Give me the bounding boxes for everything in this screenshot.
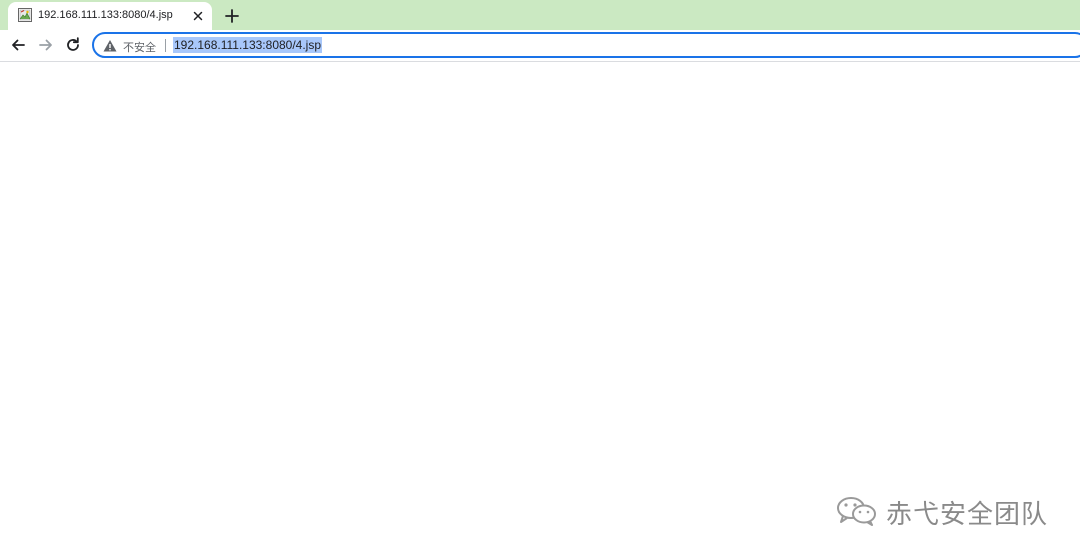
back-arrow-icon[interactable] bbox=[8, 35, 28, 55]
warning-icon[interactable] bbox=[103, 39, 117, 53]
watermark-text: 赤弋安全团队 bbox=[886, 500, 1049, 530]
wechat-icon bbox=[836, 496, 878, 526]
broken-image-icon bbox=[18, 8, 32, 22]
tab-title: 192.168.111.133:8080/4.jsp bbox=[38, 9, 173, 21]
close-icon[interactable] bbox=[190, 8, 206, 24]
reload-icon[interactable] bbox=[63, 35, 83, 55]
address-bar[interactable]: 不安全 192.168.111.133:8080/4.jsp bbox=[92, 32, 1080, 58]
plus-icon[interactable] bbox=[222, 6, 242, 26]
browser-tab[interactable]: 192.168.111.133:8080/4.jsp bbox=[8, 2, 212, 30]
browser-toolbar: 不安全 192.168.111.133:8080/4.jsp bbox=[0, 30, 1080, 62]
tab-strip: 192.168.111.133:8080/4.jsp bbox=[0, 0, 1080, 30]
forward-arrow-icon[interactable] bbox=[36, 35, 56, 55]
url-text[interactable]: 192.168.111.133:8080/4.jsp bbox=[173, 37, 323, 53]
security-label[interactable]: 不安全 bbox=[123, 39, 156, 55]
separator bbox=[165, 39, 166, 52]
